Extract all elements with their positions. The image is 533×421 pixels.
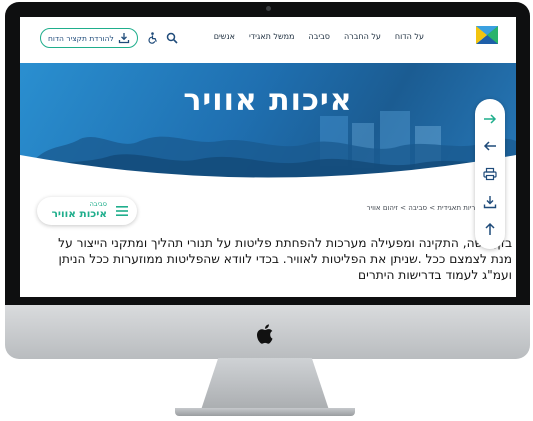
nav-item-about-report[interactable]: על הדוח bbox=[395, 32, 424, 41]
nav-item-environment[interactable]: סביבה bbox=[309, 32, 330, 41]
arrow-up-icon[interactable] bbox=[483, 222, 497, 236]
browser-screen: על הדוח על החברה סביבה ממשל תאגידי אנשים… bbox=[20, 17, 516, 297]
download-summary-button[interactable]: להורדת תקציר הדוח bbox=[40, 28, 138, 48]
paragraph-line: ועמ"ג לעמוד בדרישות היתרים bbox=[358, 268, 512, 282]
topic-menu-button[interactable]: סביבה איכות אוויר bbox=[37, 197, 137, 225]
accessibility-icon[interactable] bbox=[146, 32, 158, 44]
download-icon bbox=[118, 33, 129, 44]
main-nav: על הדוח על החברה סביבה ממשל תאגידי אנשים bbox=[214, 32, 424, 41]
arrow-left-icon[interactable] bbox=[483, 139, 497, 153]
nav-item-people[interactable]: אנשים bbox=[214, 32, 235, 41]
download-summary-label: להורדת תקציר הדוח bbox=[48, 33, 114, 43]
company-logo[interactable] bbox=[476, 26, 498, 44]
monitor-stand bbox=[200, 358, 330, 413]
article-body: בזן, כשה, התקינה ומפעילה מערכות להפחתת פ… bbox=[22, 235, 512, 283]
site-header: על הדוח על החברה סביבה ממשל תאגידי אנשים… bbox=[20, 17, 516, 63]
paragraph-line: מנת לצמצם ככל .שניתן את הפליטות לאוויר. … bbox=[58, 252, 512, 266]
nav-item-about-company[interactable]: על החברה bbox=[344, 32, 381, 41]
hamburger-icon bbox=[116, 206, 128, 216]
hero-curve-divider bbox=[20, 155, 516, 195]
page-title: איכות אוויר bbox=[183, 83, 353, 118]
nav-item-governance[interactable]: ממשל תאגידי bbox=[249, 32, 294, 41]
header-tools: להורדת תקציר הדוח bbox=[40, 28, 178, 48]
camera-dot bbox=[265, 6, 271, 11]
topic-title: איכות אוויר bbox=[51, 208, 107, 220]
print-icon[interactable] bbox=[483, 167, 497, 181]
apple-logo-icon bbox=[257, 324, 273, 344]
side-tools-panel bbox=[475, 99, 505, 249]
search-icon[interactable] bbox=[166, 32, 178, 44]
paragraph-line: בזן, כשה, התקינה ומפעילה מערכות להפחתת פ… bbox=[58, 236, 512, 250]
arrow-right-icon[interactable] bbox=[483, 112, 497, 126]
download-icon[interactable] bbox=[483, 195, 497, 209]
topic-category: סביבה bbox=[89, 200, 107, 208]
monitor-stand-base bbox=[175, 408, 355, 416]
